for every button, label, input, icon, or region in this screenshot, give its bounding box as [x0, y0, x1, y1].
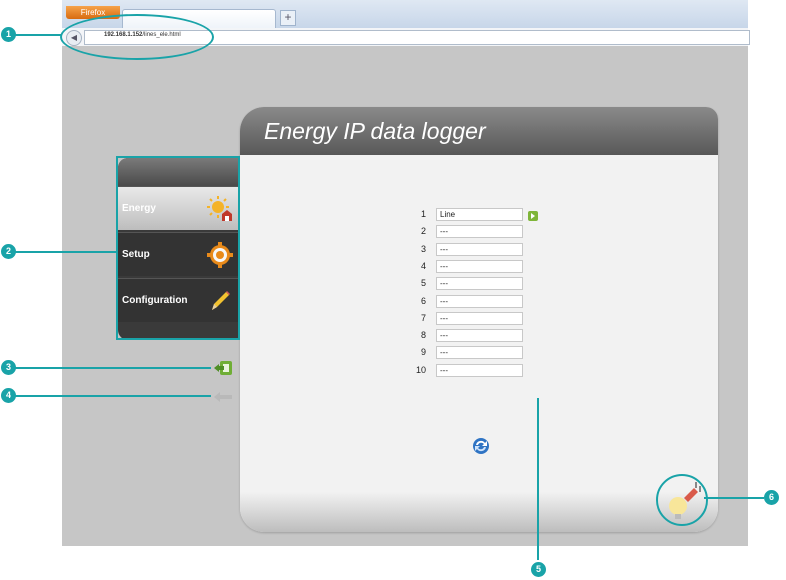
line-name-field[interactable]: --- — [436, 242, 523, 256]
callout-6-line — [704, 497, 764, 499]
line-number: 7 — [420, 312, 426, 323]
line-number: 4 — [420, 260, 426, 271]
line-name-field[interactable]: --- — [436, 311, 523, 325]
line-row: 2 --- — [418, 225, 548, 239]
logout-icon[interactable] — [213, 360, 233, 376]
line-row: 10 --- — [416, 363, 548, 378]
sidebar-callout-box — [116, 156, 240, 340]
line-name-field[interactable]: Line — [436, 208, 523, 221]
line-number: 10 — [415, 364, 426, 375]
callout-3-line — [15, 367, 211, 369]
panel-footer — [240, 492, 718, 532]
back-arrow-icon[interactable] — [213, 390, 233, 404]
line-row: 3 --- — [418, 242, 548, 257]
new-tab-button[interactable]: + — [280, 10, 296, 26]
line-number: 2 — [420, 226, 426, 237]
callout-2: 2 — [1, 244, 16, 259]
go-arrow-icon[interactable] — [528, 208, 538, 221]
line-name-field[interactable]: --- — [436, 259, 523, 273]
line-row: 4 --- — [418, 259, 548, 274]
line-number: 6 — [420, 295, 426, 306]
line-name-field[interactable]: --- — [436, 294, 523, 308]
line-name-field[interactable]: --- — [436, 277, 523, 291]
line-row: 7 --- — [418, 311, 548, 326]
line-row: 8 --- — [418, 329, 548, 343]
line-number: 5 — [420, 278, 426, 289]
line-name-field[interactable]: --- — [436, 346, 523, 360]
line-row: 6 --- — [418, 294, 548, 309]
callout-5: 5 — [531, 562, 546, 577]
panel-header: Energy IP data logger — [240, 107, 718, 155]
callout-2-line — [15, 251, 116, 253]
line-name-field[interactable]: --- — [436, 225, 523, 239]
line-number: 9 — [420, 347, 426, 358]
callout-1-line — [15, 34, 62, 36]
line-number: 3 — [420, 243, 426, 254]
callout-4-line — [15, 395, 211, 397]
callout-1: 1 — [1, 27, 16, 42]
callout-3: 3 — [1, 360, 16, 375]
lines-list: 1 Line 2 --- 3 --- 4 --- 5 --- 6 --- 7 --- 8 --- 9 --- 10-… — [416, 208, 548, 380]
line-row: 9 --- — [418, 346, 548, 360]
refresh-icon[interactable] — [471, 436, 491, 456]
line-name-field[interactable]: --- — [436, 329, 523, 343]
line-number: 8 — [420, 330, 426, 341]
line-row: 5 --- — [418, 277, 548, 291]
line-number: 1 — [420, 209, 426, 219]
callout-4: 4 — [1, 388, 16, 403]
line-name-field[interactable]: --- — [436, 363, 523, 377]
url-callout-ellipse — [60, 14, 214, 60]
callout-6: 6 — [764, 490, 779, 505]
callout-circle-6 — [656, 474, 708, 526]
callout-5-line — [537, 398, 539, 560]
page-title: Energy IP data logger — [264, 118, 486, 144]
